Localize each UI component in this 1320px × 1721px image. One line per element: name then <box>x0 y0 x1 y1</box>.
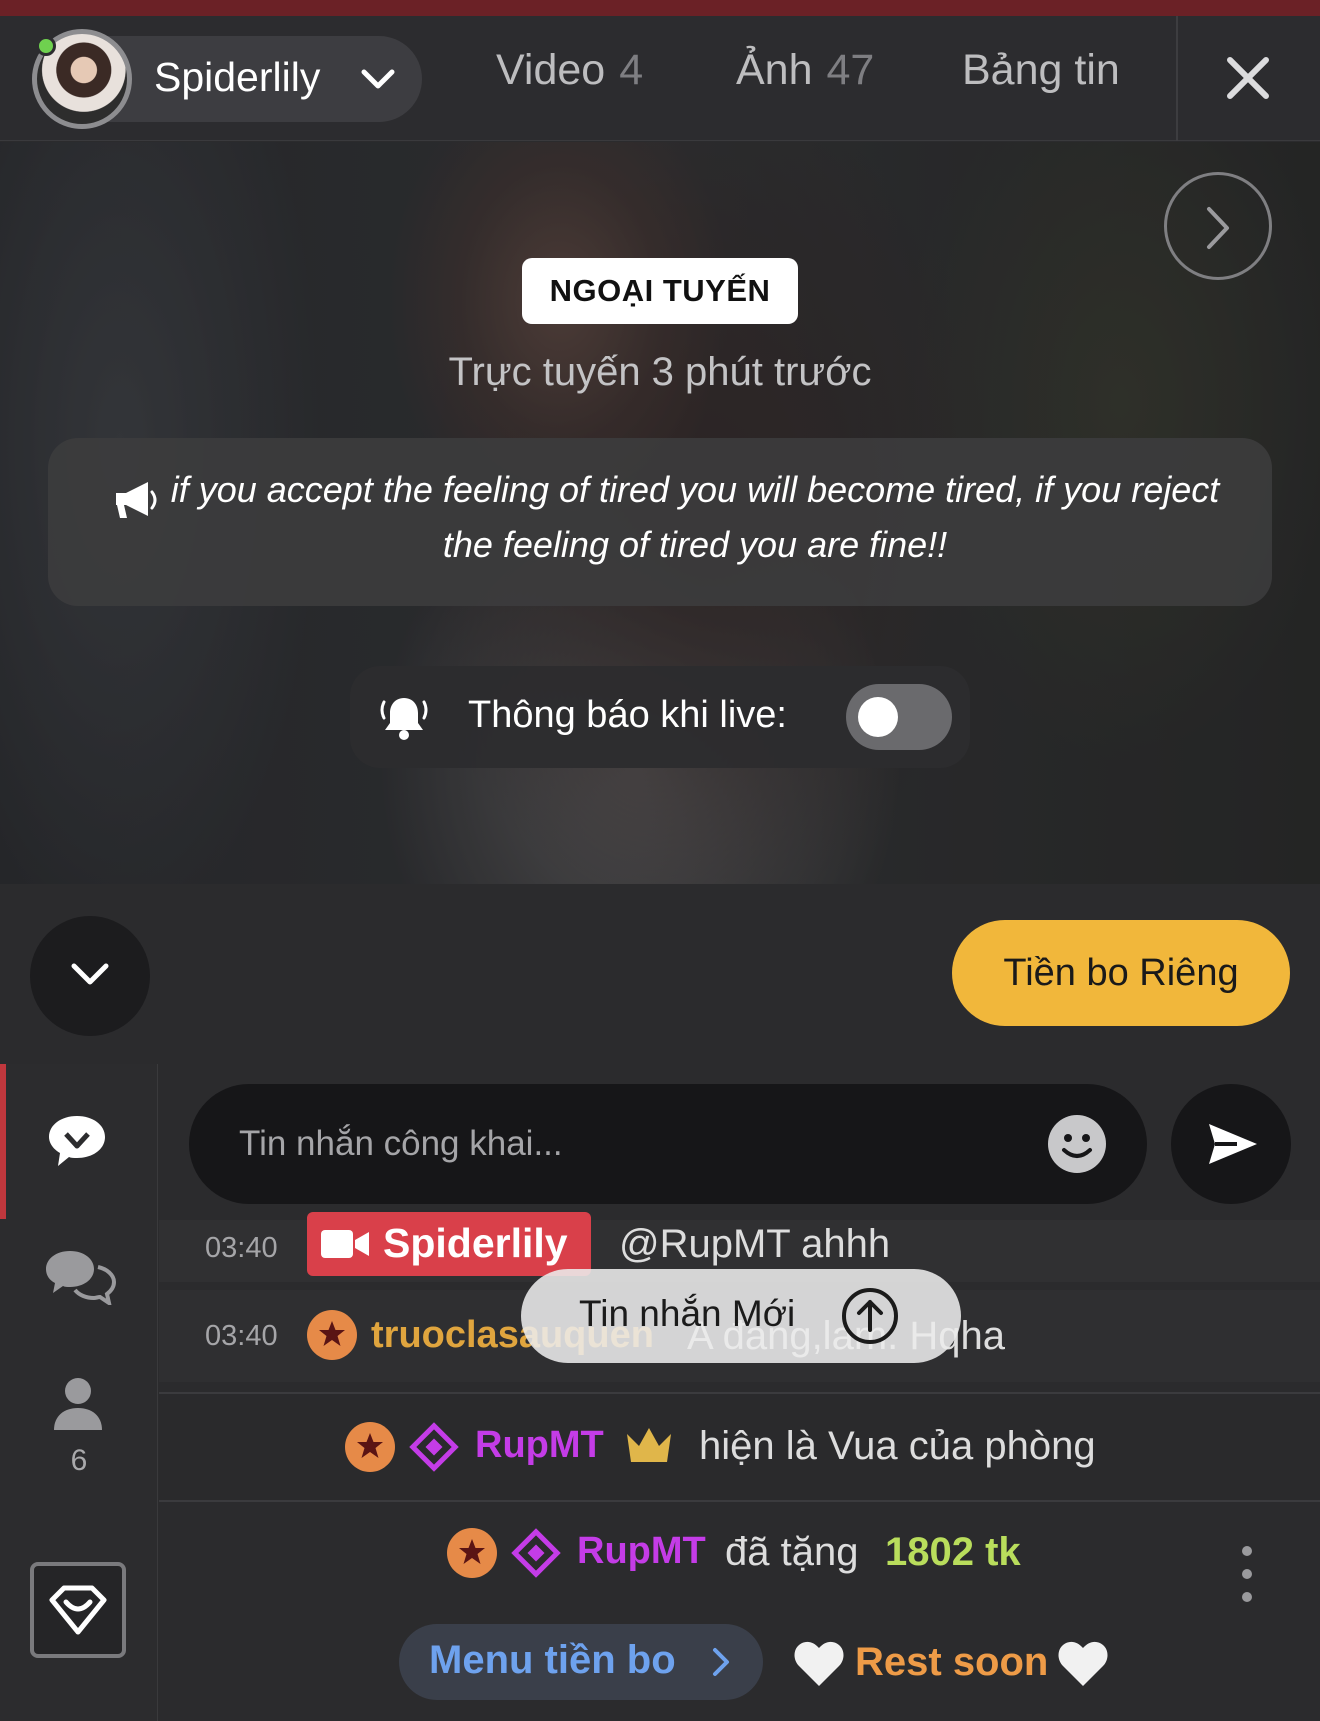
diamond-icon <box>511 1528 561 1578</box>
user-icon <box>54 1378 102 1430</box>
tab-photos[interactable]: Ảnh 47 <box>736 46 874 95</box>
tab-label: Bảng tin <box>962 46 1120 94</box>
tab-label: Video <box>496 46 606 94</box>
toggle-knob <box>858 697 898 737</box>
offline-stream-panel: NGOẠI TUYẾN Trực tuyến 3 phút trước if y… <box>0 142 1320 884</box>
notice-text: hiện là Vua của phòng <box>699 1424 1096 1468</box>
action-row: Tiền bo Riêng <box>0 884 1320 1064</box>
star-badge-icon <box>447 1528 497 1578</box>
sidebar-item-private-chat[interactable] <box>0 1229 158 1349</box>
tab-feed[interactable]: Bảng tin <box>962 46 1120 95</box>
tip-notice: RupMT đã tặng 1802 tk Menu tiền bo Rest … <box>159 1504 1320 1721</box>
send-button[interactable] <box>1171 1084 1291 1204</box>
private-tip-button[interactable]: Tiền bo Riêng <box>952 920 1290 1026</box>
announcement-text: if you accept the feeling of tired you w… <box>170 469 1220 565</box>
sidebar-item-viewers[interactable]: 6 <box>0 1364 158 1484</box>
header-divider <box>1176 16 1178 141</box>
star-badge-icon <box>307 1310 357 1360</box>
tip-menu-label: Menu tiền bo <box>429 1638 676 1682</box>
conversation-icon <box>46 1251 117 1305</box>
chevron-right-icon <box>713 1648 729 1676</box>
arrow-up-circle-icon <box>842 1288 898 1344</box>
username[interactable]: RupMT <box>475 1424 604 1467</box>
tab-count: 4 <box>619 46 644 94</box>
chat-sidebar: 6 <box>0 1064 158 1721</box>
viewer-count: 6 <box>70 1444 88 1477</box>
online-indicator <box>36 36 56 56</box>
tab-count: 47 <box>826 46 875 94</box>
star-badge-icon <box>345 1422 395 1472</box>
king-notice: RupMT hiện là Vua của phòng <box>159 1392 1320 1502</box>
last-online-text: Trực tuyến 3 phút trước <box>448 350 872 394</box>
next-photo-button[interactable] <box>1164 172 1272 280</box>
white-heart-icon <box>1058 1641 1108 1686</box>
message-input-box[interactable] <box>189 1084 1147 1204</box>
tip-menu-button[interactable]: Menu tiền bo <box>399 1624 763 1700</box>
message-text: @RupMT ahhh <box>619 1222 891 1266</box>
chevron-down-icon <box>361 69 395 89</box>
collapse-button[interactable] <box>30 916 150 1036</box>
sidebar-item-public-chat[interactable] <box>0 1064 158 1219</box>
tip-message: Rest soon <box>855 1640 1049 1684</box>
message-time: 03:40 <box>205 1232 278 1264</box>
new-messages-button[interactable]: Tin nhắn Mới <box>521 1269 961 1363</box>
chevron-right-icon <box>1207 207 1229 249</box>
profile-header: Spiderlily Video 4 Ảnh 47 Bảng tin <box>0 16 1320 141</box>
tip-verb: đã tặng <box>725 1530 859 1574</box>
send-icon <box>1209 1124 1257 1164</box>
announcement-box: if you accept the feeling of tired you w… <box>48 438 1272 606</box>
public-message-input[interactable] <box>239 1114 999 1174</box>
chat-panel: 03:40 Spiderlily @RupMT ahhh 03:40 truoc… <box>159 1064 1320 1721</box>
top-accent-line <box>0 0 1320 16</box>
host-name-badge[interactable]: Spiderlily <box>307 1212 591 1276</box>
close-icon[interactable] <box>1220 50 1276 106</box>
live-notification-setting: Thông báo khi live: <box>350 666 970 768</box>
profile-switcher[interactable]: Spiderlily <box>32 29 422 129</box>
white-heart-icon <box>794 1641 844 1686</box>
username[interactable]: RupMT <box>577 1530 706 1573</box>
username: Spiderlily <box>383 1220 568 1266</box>
message-time: 03:40 <box>205 1320 278 1352</box>
chat-bubble-icon <box>49 1116 105 1166</box>
diamond-icon <box>409 1422 459 1472</box>
gem-icon <box>49 1585 107 1635</box>
megaphone-icon <box>116 482 157 518</box>
sidebar-item-tips[interactable] <box>30 1562 126 1658</box>
video-camera-icon <box>321 1230 369 1258</box>
more-options-icon[interactable] <box>1240 1544 1254 1604</box>
notify-label: Thông báo khi live: <box>468 694 787 736</box>
bell-icon <box>380 698 428 740</box>
tab-label: Ảnh <box>736 46 813 94</box>
chevron-down-icon <box>71 963 109 985</box>
profile-name: Spiderlily <box>154 54 321 100</box>
live-notification-toggle[interactable] <box>846 684 952 750</box>
emoji-icon[interactable] <box>1047 1114 1107 1174</box>
crown-icon <box>627 1428 671 1462</box>
tab-video[interactable]: Video 4 <box>496 46 643 95</box>
status-badge: NGOẠI TUYẾN <box>522 258 798 324</box>
tip-amount: 1802 tk <box>885 1530 1021 1574</box>
new-messages-label: Tin nhắn Mới <box>579 1293 796 1334</box>
